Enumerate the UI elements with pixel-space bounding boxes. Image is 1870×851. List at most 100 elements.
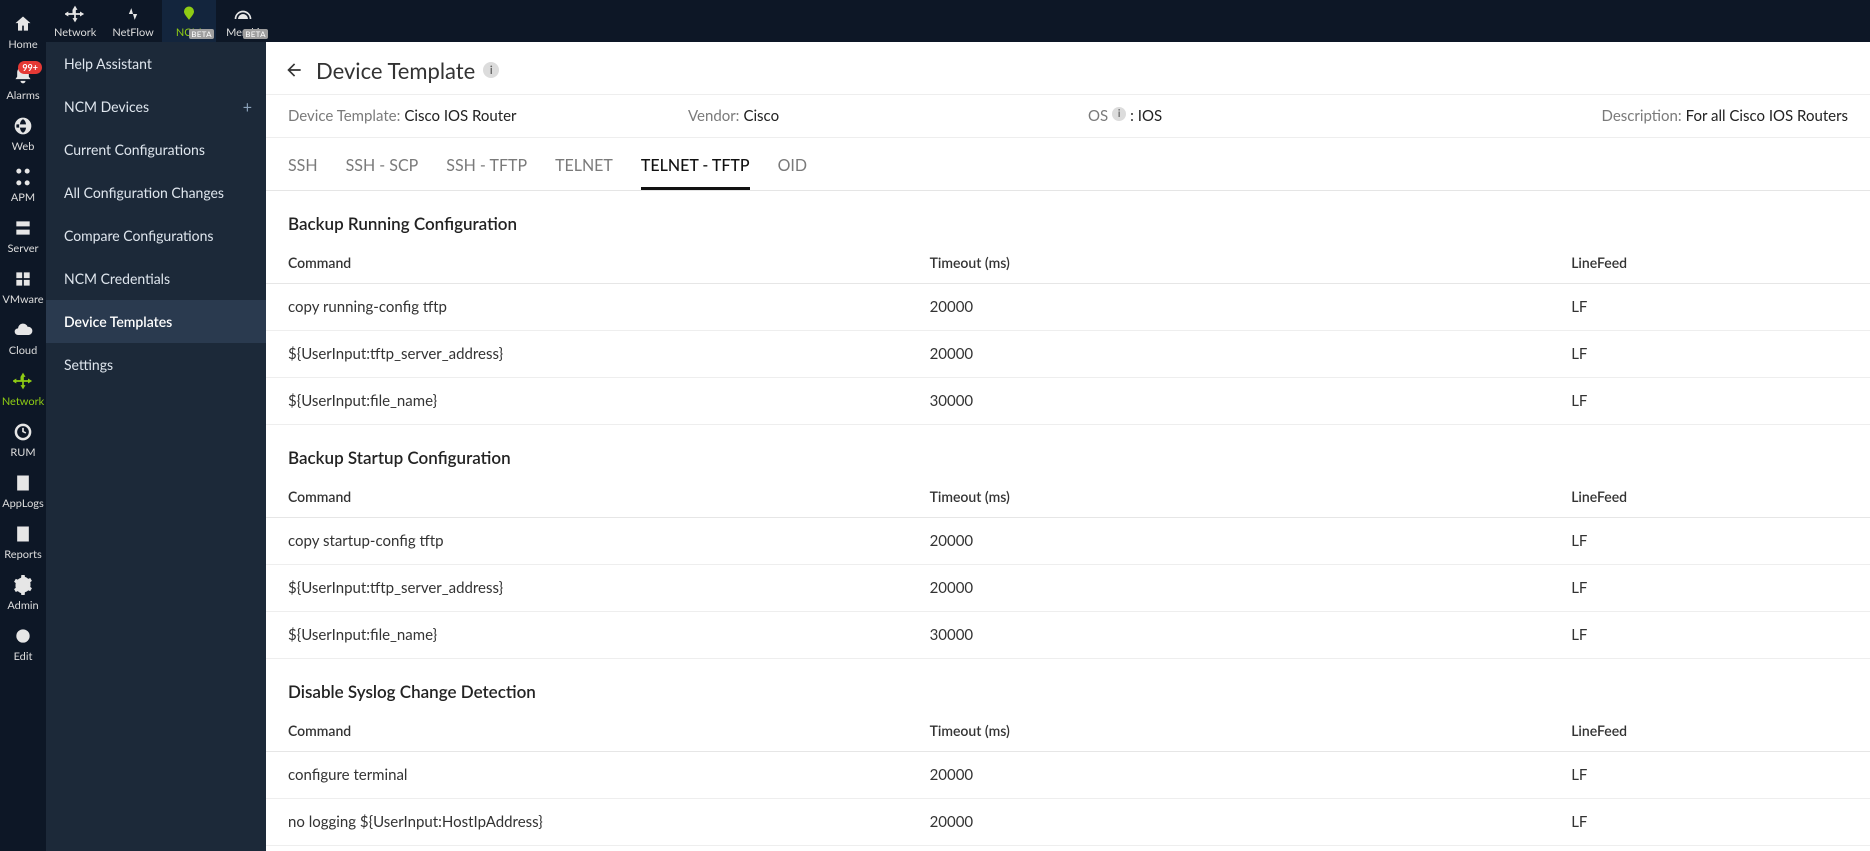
top-tab-strip: Network NetFlowNCMBETAMerakiBETA: [46, 0, 1870, 42]
table-row[interactable]: copy running-config tftp20000LF: [266, 284, 1870, 331]
sidebar-item-label: Current Configurations: [64, 141, 205, 158]
rail-item-applogs[interactable]: AppLogs: [0, 465, 46, 516]
table-row[interactable]: no logging ${UserInput:HostIpAddress}200…: [266, 799, 1870, 846]
sidebar-item-all-config-changes[interactable]: All Configuration Changes: [46, 171, 266, 214]
cell-command: configure terminal: [266, 752, 908, 799]
top-tab-meraki[interactable]: MerakiBETA: [216, 0, 270, 42]
col-command: Command: [266, 242, 908, 284]
table-row[interactable]: end20000LF: [266, 846, 1870, 851]
col-linefeed: LineFeed: [1549, 242, 1870, 284]
info-os: OS i : IOS: [1088, 107, 1488, 125]
rail-item-vmware[interactable]: VMware: [0, 261, 46, 312]
top-tab-label: Network: [54, 26, 96, 39]
cell-timeout: 30000: [908, 612, 1550, 659]
plus-icon[interactable]: +: [243, 98, 252, 117]
rail-item-network[interactable]: Network: [0, 363, 46, 414]
rail-item-apm[interactable]: APM: [0, 159, 46, 210]
cell-command: end: [266, 846, 908, 851]
rail-item-alarms[interactable]: Alarms 99+: [0, 57, 46, 108]
sidebar-item-ncm-devices[interactable]: NCM Devices +: [46, 85, 266, 128]
sidebar-item-label: All Configuration Changes: [64, 184, 224, 201]
table-row[interactable]: configure terminal20000LF: [266, 752, 1870, 799]
info-icon[interactable]: i: [483, 62, 499, 78]
sidebar-item-compare-config[interactable]: Compare Configurations: [46, 214, 266, 257]
cell-linefeed: LF: [1549, 331, 1870, 378]
sidebar-item-ncm-credentials[interactable]: NCM Credentials: [46, 257, 266, 300]
rail-label: APM: [11, 191, 35, 204]
sidebar-item-label: Device Templates: [64, 313, 172, 330]
cell-timeout: 30000: [908, 378, 1550, 425]
tab-oid[interactable]: OID: [778, 156, 807, 190]
tab-ssh-scp[interactable]: SSH - SCP: [346, 156, 419, 190]
rail-item-reports[interactable]: Reports: [0, 516, 46, 567]
rail-label: Alarms: [6, 89, 39, 102]
rail-item-cloud[interactable]: Cloud: [0, 312, 46, 363]
cell-command: ${UserInput:tftp_server_address}: [266, 565, 908, 612]
rail-item-web[interactable]: Web: [0, 108, 46, 159]
table-row[interactable]: ${UserInput:file_name}30000LF: [266, 378, 1870, 425]
tab-telnet[interactable]: TELNET: [555, 156, 613, 190]
title-bar: Device Template i: [266, 42, 1870, 95]
rail-item-home[interactable]: Home: [0, 6, 46, 57]
cell-linefeed: LF: [1549, 752, 1870, 799]
rail-item-server[interactable]: Server: [0, 210, 46, 261]
protocol-tabs: SSH SSH - SCP SSH - TFTP TELNET TELNET - TFT…: [266, 138, 1870, 191]
sidebar: Help Assistant NCM Devices + Current Config…: [46, 42, 266, 851]
cell-linefeed: LF: [1549, 378, 1870, 425]
section: Backup Running ConfigurationCommandTimeo…: [266, 213, 1870, 425]
sidebar-item-label: Help Assistant: [64, 55, 152, 72]
sidebar-item-label: Compare Configurations: [64, 227, 214, 244]
table-row[interactable]: copy startup-config tftp20000LF: [266, 518, 1870, 565]
rail-item-admin[interactable]: Admin: [0, 567, 46, 618]
sidebar-item-device-templates[interactable]: Device Templates: [46, 300, 266, 343]
sidebar-item-help-assistant[interactable]: Help Assistant: [46, 42, 266, 85]
rail-item-rum[interactable]: RUM: [0, 414, 46, 465]
content-scroll[interactable]: SSH SSH - SCP SSH - TFTP TELNET TELNET - TFT…: [266, 138, 1870, 851]
sidebar-item-current-config[interactable]: Current Configurations: [46, 128, 266, 171]
rail-item-edit[interactable]: Edit: [0, 618, 46, 669]
page-title: Device Template i: [316, 57, 499, 84]
info-bar: Device Template: Cisco IOS Router Vendor…: [266, 95, 1870, 138]
cell-command: ${UserInput:tftp_server_address}: [266, 331, 908, 378]
col-timeout: Timeout (ms): [908, 710, 1550, 752]
tab-ssh-tftp[interactable]: SSH - TFTP: [446, 156, 527, 190]
tab-telnet-tftp[interactable]: TELNET - TFTP: [641, 156, 750, 190]
command-table: CommandTimeout (ms)LineFeedcopy running-…: [266, 242, 1870, 425]
cell-timeout: 20000: [908, 284, 1550, 331]
info-icon[interactable]: i: [1112, 107, 1126, 121]
info-label: Vendor:: [688, 107, 739, 125]
cell-command: ${UserInput:file_name}: [266, 378, 908, 425]
rail-label: Edit: [14, 650, 33, 663]
info-vendor: Vendor: Cisco: [688, 107, 1088, 125]
back-button[interactable]: [280, 56, 308, 84]
sidebar-item-label: Settings: [64, 356, 113, 373]
table-row[interactable]: ${UserInput:tftp_server_address}20000LF: [266, 331, 1870, 378]
cell-timeout: 20000: [908, 565, 1550, 612]
rail-label: Server: [7, 242, 38, 255]
top-tab-network[interactable]: Network: [46, 0, 104, 42]
sidebar-item-settings[interactable]: Settings: [46, 343, 266, 386]
info-description: Description: For all Cisco IOS Routers: [1602, 107, 1848, 125]
cell-command: no logging ${UserInput:HostIpAddress}: [266, 799, 908, 846]
beta-badge: BETA: [243, 29, 268, 39]
cell-timeout: 20000: [908, 846, 1550, 851]
cell-timeout: 20000: [908, 331, 1550, 378]
cell-timeout: 20000: [908, 799, 1550, 846]
top-tab-netflow[interactable]: NetFlow: [104, 0, 161, 42]
table-row[interactable]: ${UserInput:file_name}30000LF: [266, 612, 1870, 659]
info-value: Cisco IOS Router: [404, 107, 516, 125]
cell-linefeed: LF: [1549, 565, 1870, 612]
table-row[interactable]: ${UserInput:tftp_server_address}20000LF: [266, 565, 1870, 612]
top-tab-ncm[interactable]: NCMBETA: [162, 0, 216, 42]
cell-linefeed: LF: [1549, 518, 1870, 565]
badge: 99+: [18, 61, 42, 74]
cell-linefeed: LF: [1549, 612, 1870, 659]
cell-linefeed: LF: [1549, 799, 1870, 846]
cell-linefeed: LF: [1549, 284, 1870, 331]
section-title: Disable Syslog Change Detection: [266, 681, 1870, 710]
info-value: For all Cisco IOS Routers: [1686, 107, 1848, 125]
section: Backup Startup ConfigurationCommandTimeo…: [266, 447, 1870, 659]
tab-ssh[interactable]: SSH: [288, 156, 318, 190]
sidebar-item-label: NCM Devices: [64, 98, 149, 115]
section-title: Backup Startup Configuration: [266, 447, 1870, 476]
